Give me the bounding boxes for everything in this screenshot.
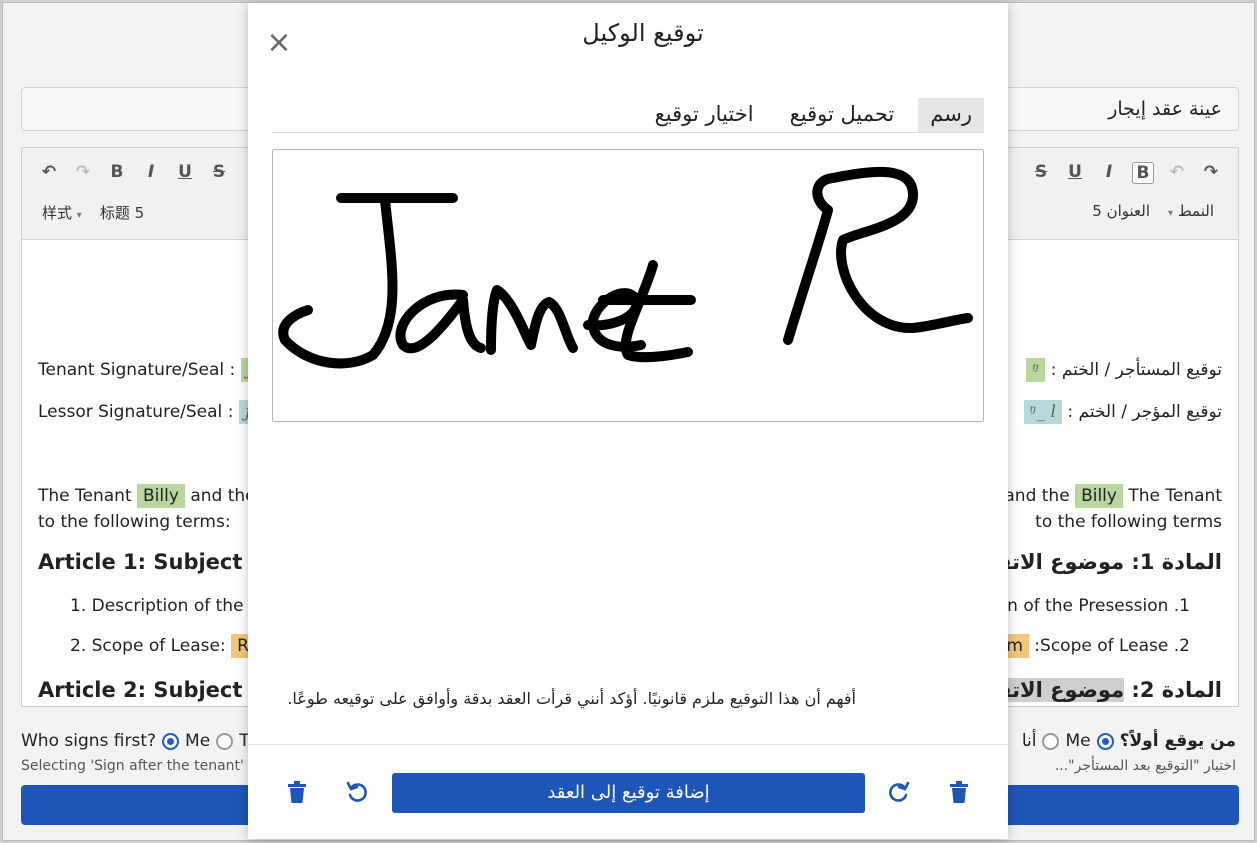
signs-first-hint: Selecting 'Sign after the tenant' en [21,758,266,774]
tab-choose-signature[interactable]: اختيار توقيع [643,98,766,132]
tab-upload-signature[interactable]: تحميل توقيع [778,98,907,132]
lessor-signature-label: Lessor Signature/Seal [38,402,223,422]
signs-first-group: Who signs first? Me Th [21,731,260,751]
heading-dropdown-rtl[interactable]: العنوان 5 [1092,202,1150,220]
modal-footer: إضافة توقيع إلى العقد [248,744,1008,839]
tenant-name-field[interactable]: Billy [137,484,185,508]
radio-me-label: Me [185,731,211,751]
tenant-signature-label-rtl: توقيع المستأجر / الختم : [1050,360,1222,380]
signs-first-label: Who signs first? [21,731,157,751]
tenant-signature-field-rtl[interactable]: ᵑ [1026,358,1046,382]
redo-icon-rtl[interactable]: ↷ [1200,162,1222,184]
tab-draw[interactable]: رسم [918,98,984,132]
style-dropdown[interactable]: 样式 ▾ [42,202,82,223]
strikethrough-icon-rtl[interactable]: S [1030,162,1052,184]
parties-line: The Tenant Billy and the Le [38,484,281,508]
toolbar-left-dropdowns: 样式 ▾ 标题 5 [42,202,144,223]
redo-icon[interactable]: ↷ [72,162,94,182]
add-signature-to-contract-button[interactable]: إضافة توقيع إلى العقد [392,773,865,813]
parties-line-rtl: ب and the Billy The Tenant [983,484,1222,508]
terms-line: to the following terms: [38,512,231,532]
style-dropdown-label: 样式 [42,204,73,222]
undo-icon-rtl[interactable]: ↶ [1166,162,1188,184]
underline-icon[interactable]: U [174,162,196,182]
bold-icon-rtl[interactable]: B [1132,162,1154,184]
item-1-rtl: tion of the Presession .1 [985,596,1190,616]
style-dropdown-rtl[interactable]: النمط ▾ [1168,202,1214,220]
parties-text-a: The Tenant [38,486,132,506]
toolbar-right-icons: S U I B ↶ ↷ [1030,162,1222,184]
tenant-signature-label: Tenant Signature/Seal [38,360,225,380]
radio-me-rtl[interactable] [1096,732,1114,750]
heading-dropdown-rtl-label: العنوان 5 [1092,202,1150,220]
lessor-signature-label-rtl: توقيع المؤجر / الختم : [1067,402,1222,422]
strikethrough-icon[interactable]: S [208,162,230,182]
heading-dropdown-label: 标题 5 [99,204,145,222]
radio-other[interactable] [216,732,234,750]
chevron-down-icon: ▾ [1168,208,1174,219]
radio-me[interactable] [162,732,180,750]
colon: : [227,402,234,422]
radio-other-label-rtl: أنا [1021,731,1037,751]
parties-text-b-rtl: and the [1004,486,1070,506]
italic-icon-rtl[interactable]: I [1098,162,1120,184]
contract-title-value: عينة عقد إيجار [1108,98,1222,120]
terms-line-rtl: to the following terms [1035,512,1222,532]
bold-icon[interactable]: B [106,162,128,182]
legal-consent-text: أفهم أن هذا التوقيع ملزم قانونيًا. أؤكد … [287,689,856,708]
underline-icon-rtl[interactable]: U [1064,162,1086,184]
colon: : [229,360,236,380]
signs-first-hint-rtl: اختيار "التوقيع بعد المستأجر"... [1054,758,1236,774]
lessor-signature-field-rtl[interactable]: ᵑ_ l [1023,400,1062,424]
modal-title: توقيع الوكيل [582,19,704,47]
parties-text-a-rtl: The Tenant [1128,486,1222,506]
redo-icon[interactable] [884,777,914,807]
toolbar-right-dropdowns: النمط ▾ العنوان 5 [1092,202,1214,220]
lessor-signature-line-rtl: توقيع المؤجر / الختم : ᵑ_ l [1023,400,1222,424]
tenant-name-field-rtl[interactable]: Billy [1075,484,1123,508]
signature-drawing-pad[interactable] [272,149,984,422]
style-dropdown-rtl-label: النمط [1177,202,1214,220]
trash-icon-rtl[interactable] [944,777,974,807]
undo-icon[interactable] [342,777,372,807]
trash-icon[interactable] [282,777,312,807]
undo-icon[interactable]: ↶ [38,162,60,182]
heading-dropdown[interactable]: 标题 5 [100,202,144,223]
tenant-signature-line-rtl: توقيع المستأجر / الختم : ᵑ [1026,358,1222,382]
signs-first-label-rtl: من يوقع أولاً؟ [1119,731,1236,751]
item-1: 1. Description of the Pre [70,596,276,616]
radio-me-label-rtl: Me [1065,731,1091,751]
chevron-down-icon: ▾ [76,210,82,221]
tenant-signature-line: Tenant Signature/Seal : ɲ_ [38,358,273,382]
item-2-label: 2. Scope of Lease: [70,636,226,656]
item-2-label-rtl: :Scope of Lease .2 [1034,636,1190,656]
lessor-signature-line: Lessor Signature/Seal : ɲ_ [38,400,271,424]
signs-first-group-rtl: من يوقع أولاً؟ Me أنا [1022,731,1236,751]
signature-tabs: رسم تحميل توقيع اختيار توقيع [272,93,984,133]
signature-modal: × توقيع الوكيل رسم تحميل توقيع اختيار تو… [248,3,1008,839]
drawn-signature [278,166,973,369]
article-2-prefix-rtl: المادة 2: [1124,678,1222,702]
italic-icon[interactable]: I [140,162,162,182]
radio-other-rtl[interactable] [1042,732,1060,750]
toolbar-left-icons: ↶ ↷ B I U S [38,162,230,182]
